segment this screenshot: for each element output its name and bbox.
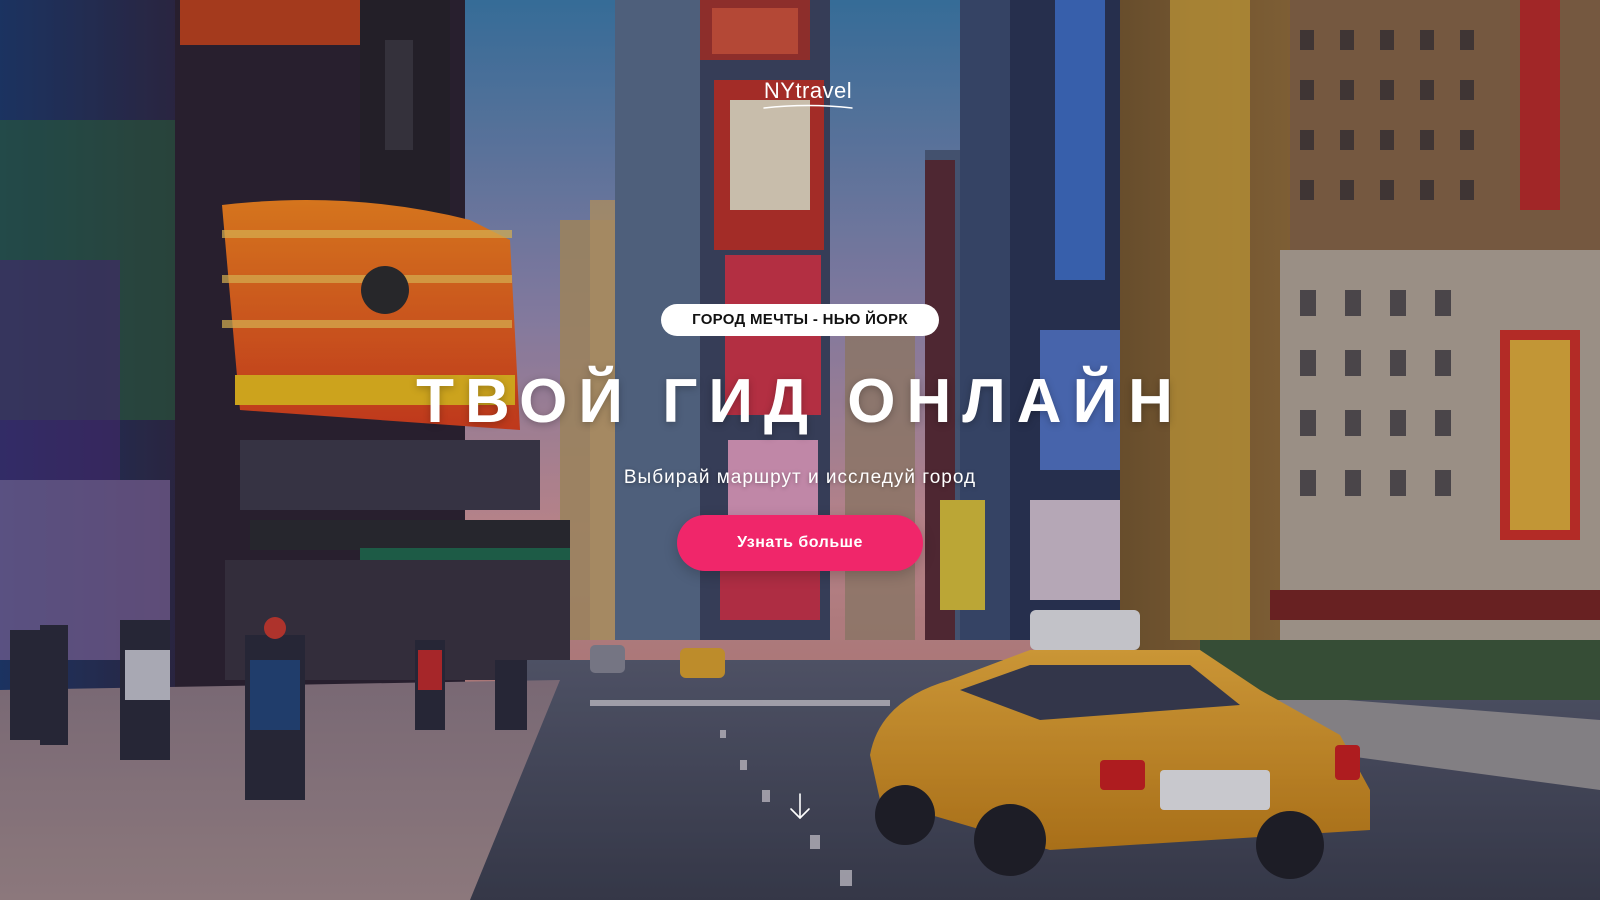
hero-title: ТВОЙ ГИД ОНЛАЙН [416,367,1184,436]
site-logo[interactable]: NYtravel [760,78,856,111]
hero-subtitle: Выбирай маршрут и исследуй город [623,467,977,488]
hero-badge: ГОРОД МЕЧТЫ - НЬЮ ЙОРК [661,304,939,336]
logo-text: NYtravel [763,78,853,103]
learn-more-button[interactable]: Узнать больше [677,515,923,571]
hero-overlay [0,0,1600,900]
hero-section: NYtravel ГОРОД МЕЧТЫ - НЬЮ ЙОРК ТВОЙ ГИД… [0,0,1600,900]
arrow-down-icon[interactable] [788,792,812,822]
